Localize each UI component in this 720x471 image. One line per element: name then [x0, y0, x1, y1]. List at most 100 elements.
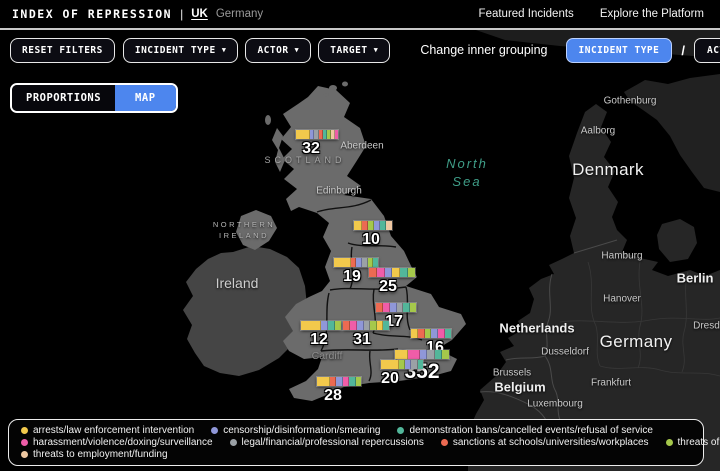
legend-label: threats to employment/funding: [33, 449, 168, 460]
marker-19-bar[interactable]: [334, 258, 378, 267]
legend-label: harassment/violence/doxing/surveillance: [33, 437, 213, 448]
segment-periwinkle: [390, 303, 397, 312]
dropdown-label: INCIDENT TYPE: [135, 45, 216, 56]
app-title: INDEX OF REPRESSION: [12, 7, 172, 21]
marker-20-count: 20: [369, 370, 411, 388]
marker-10[interactable]: 10: [354, 221, 392, 249]
marker-28[interactable]: 28: [317, 377, 361, 405]
segment-salmon: [376, 303, 383, 312]
segment-yellow: [354, 221, 362, 230]
top-nav: Featured Incidents Explore the Platform: [479, 8, 708, 20]
marker-31[interactable]: 31: [343, 321, 389, 349]
marker-12[interactable]: 12: [301, 321, 341, 349]
dropdown-target[interactable]: TARGET▼: [318, 38, 390, 63]
segment-salmon: [343, 321, 350, 330]
app-window: SCOTLANDNORTHERN IRELANDIrelandAberdeenE…: [0, 0, 720, 471]
legend: arrests/law enforcement intervention cens…: [8, 419, 704, 466]
dropdown-incident-type[interactable]: INCIDENT TYPE ▼: [123, 38, 239, 63]
segment-gray: [427, 350, 434, 359]
marker-16-bar[interactable]: [411, 329, 451, 338]
legend-item-sanctions-at-schools-universities-workpl: sanctions at schools/universities/workpl…: [441, 437, 649, 448]
legend-item-censorship-disinformation-smearing: censorship/disinformation/smearing: [211, 425, 380, 436]
grouping-label: Change inner grouping: [420, 43, 547, 57]
segment-pink: [377, 268, 384, 277]
country-tab-uk[interactable]: UK: [191, 8, 208, 20]
segment-yellow: [381, 360, 399, 369]
marker-17-bar[interactable]: [376, 303, 416, 312]
marker-31-bar[interactable]: [343, 321, 389, 330]
segment-yellow: [334, 258, 351, 267]
segment-periwinkle: [321, 321, 328, 330]
segment-salmon: [369, 268, 377, 277]
segment-yellow: [392, 268, 401, 277]
segment-lime: [425, 329, 432, 338]
marker-32-bar[interactable]: [296, 130, 338, 139]
marker-20[interactable]: 20: [381, 360, 423, 388]
segment-lime: [356, 377, 361, 386]
segment-periwinkle: [385, 268, 392, 277]
legend-dot: [666, 439, 673, 446]
legend-item-harassment-violence-doxing-surveillance: harassment/violence/doxing/surveillance: [21, 437, 213, 448]
segment-lime: [410, 303, 416, 312]
marker-10-bar[interactable]: [354, 221, 392, 230]
legend-dot: [21, 427, 28, 434]
legend-item-threats-of-legal-action: threats of legal action: [666, 437, 720, 448]
segment-yellow: [411, 329, 418, 338]
legend-label: arrests/law enforcement intervention: [33, 425, 194, 436]
segment-peach: [386, 221, 392, 230]
country-tab-germany[interactable]: Germany: [216, 8, 263, 20]
segment-periwinkle: [357, 321, 364, 330]
segment-lime: [370, 321, 377, 330]
filter-dropdowns: INCIDENT TYPE ▼ ACTOR▼ TARGET▼: [123, 38, 390, 63]
dropdown-label: TARGET: [330, 45, 367, 56]
chevron-down-icon: ▼: [222, 47, 227, 54]
marker-12-bar[interactable]: [301, 321, 341, 330]
legend-label: censorship/disinformation/smearing: [223, 425, 380, 436]
segment-lime: [335, 321, 341, 330]
reset-filters-button[interactable]: RESET FILTERS: [10, 38, 115, 63]
grouping-separator: /: [681, 43, 685, 58]
segment-gray: [364, 321, 371, 330]
marker-25[interactable]: 25: [369, 268, 415, 296]
view-toggle-map[interactable]: MAP: [115, 85, 175, 111]
legend-row: threats to employment/funding: [21, 449, 691, 460]
segment-pink: [335, 130, 338, 139]
legend-dot: [230, 439, 237, 446]
legend-dot: [21, 451, 28, 458]
segment-yellow: [317, 377, 330, 386]
segment-teal: [418, 360, 423, 369]
segment-periwinkle: [420, 350, 428, 359]
view-toggle-proportions[interactable]: PROPORTIONS: [12, 85, 115, 111]
nav-item-explore-the-platform[interactable]: Explore the Platform: [600, 8, 704, 20]
brand: INDEX OF REPRESSION | UK Germany: [12, 7, 263, 21]
segment-teal: [383, 321, 389, 330]
map-marker-layer: 32101925171231163522028: [0, 0, 720, 471]
header: INDEX OF REPRESSION | UK Germany Feature…: [0, 0, 720, 30]
segment-lime: [408, 268, 415, 277]
marker-10-count: 10: [352, 231, 390, 249]
segment-teal: [445, 329, 451, 338]
grouping-option-incident-type[interactable]: INCIDENT TYPE: [566, 38, 673, 63]
grouping-option-actor[interactable]: ACTOR: [694, 38, 720, 63]
legend-dot: [441, 439, 448, 446]
legend-item-demonstration-bans-cancelled-events-refu: demonstration bans/cancelled events/refu…: [397, 425, 652, 436]
segment-yellow: [296, 130, 310, 139]
marker-25-bar[interactable]: [369, 268, 415, 277]
marker-32[interactable]: 32: [296, 130, 338, 158]
nav-item-featured-incidents[interactable]: Featured Incidents: [479, 8, 574, 20]
legend-row: arrests/law enforcement intervention cens…: [21, 425, 691, 436]
segment-lime: [442, 350, 449, 359]
marker-12-count: 12: [299, 331, 339, 349]
segment-teal: [403, 303, 410, 312]
legend-dot: [21, 439, 28, 446]
dropdown-actor[interactable]: ACTOR▼: [245, 38, 311, 63]
segment-periwinkle: [431, 329, 438, 338]
segment-pink: [350, 321, 357, 330]
marker-352-bar[interactable]: [395, 350, 449, 359]
marker-28-bar[interactable]: [317, 377, 361, 386]
segment-periwinkle: [374, 221, 381, 230]
segment-teal: [400, 268, 408, 277]
legend-row: harassment/violence/doxing/surveillance l…: [21, 437, 691, 448]
legend-item-legal-financial-professional-repercussio: legal/financial/professional repercussio…: [230, 437, 424, 448]
marker-20-bar[interactable]: [381, 360, 423, 369]
